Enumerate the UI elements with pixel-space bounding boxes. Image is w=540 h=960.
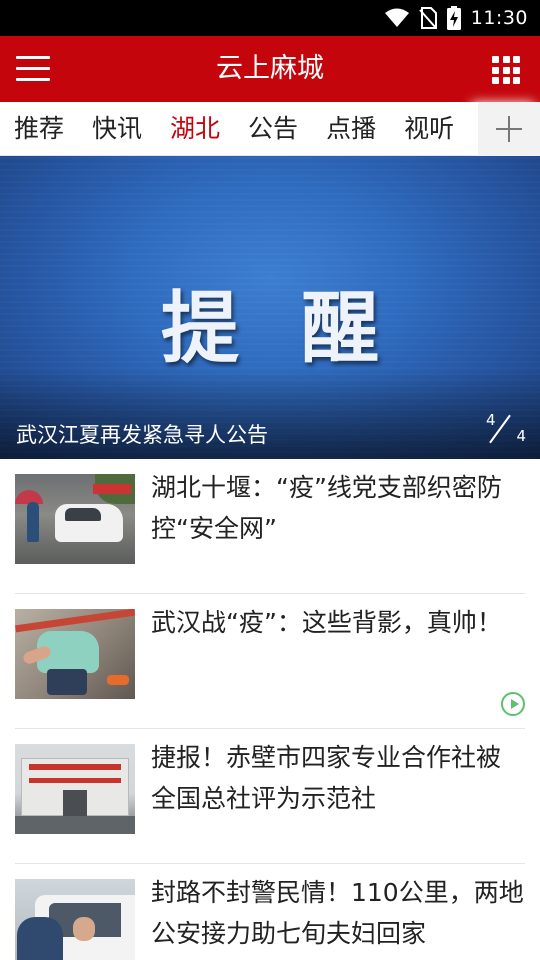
news-thumbnail	[15, 879, 135, 960]
tab-list: 推荐 快讯 湖北 公告 点播 视听	[0, 102, 480, 156]
grid-apps-icon[interactable]	[492, 56, 520, 84]
news-title: 武汉战“疫”：这些背影，真帅！	[151, 608, 502, 637]
news-thumbnail	[15, 474, 135, 564]
app-bar: 云上麻城	[0, 36, 540, 102]
status-time: 11:30	[470, 7, 528, 29]
news-item[interactable]: 封路不封警民情！110公里，两地公安接力助七旬夫妇回家	[15, 864, 525, 960]
menu-icon[interactable]	[16, 56, 50, 82]
plus-icon[interactable]	[478, 102, 540, 156]
headline-banner[interactable]: 提醒 武汉江夏再发紧急寻人公告 4 4	[0, 156, 540, 459]
news-thumbnail	[15, 744, 135, 834]
news-list: 湖北十堰：“疫”线党支部织密防控“安全网” 武汉战“疫”：这些背影，真帅！ 捷报…	[0, 459, 540, 960]
tab-recommend[interactable]: 推荐	[0, 102, 78, 156]
banner-current-index: 4	[486, 411, 496, 429]
banner-total-count: 4	[516, 427, 526, 445]
tab-on-demand[interactable]: 点播	[312, 102, 390, 156]
battery-charging-icon	[446, 6, 461, 30]
news-title: 捷报！赤壁市四家专业合作社被全国总社评为示范社	[151, 743, 502, 813]
news-item[interactable]: 湖北十堰：“疫”线党支部织密防控“安全网”	[15, 459, 525, 594]
news-item[interactable]: 武汉战“疫”：这些背影，真帅！	[15, 594, 525, 729]
channel-tabs: 推荐 快讯 湖北 公告 点播 视听	[0, 102, 540, 156]
news-title: 封路不封警民情！110公里，两地公安接力助七旬夫妇回家	[151, 878, 524, 948]
banner-image-text: 提醒	[160, 284, 441, 374]
banner-page-indicator: 4 4	[486, 411, 526, 445]
tab-hubei[interactable]: 湖北	[156, 102, 234, 156]
wifi-icon	[384, 8, 409, 27]
news-item[interactable]: 捷报！赤壁市四家专业合作社被全国总社评为示范社	[15, 729, 525, 864]
tab-audiovisual[interactable]: 视听	[390, 102, 468, 156]
tab-announcement[interactable]: 公告	[234, 102, 312, 156]
app-title: 云上麻城	[216, 53, 324, 84]
news-thumbnail	[15, 609, 135, 699]
video-play-icon	[501, 692, 525, 716]
news-title: 湖北十堰：“疫”线党支部织密防控“安全网”	[151, 473, 502, 543]
status-icons: 11:30	[384, 0, 528, 36]
no-sim-icon	[418, 7, 437, 29]
tab-news-flash[interactable]: 快讯	[78, 102, 156, 156]
banner-caption: 武汉江夏再发紧急寻人公告	[16, 423, 268, 447]
status-bar: 11:30	[0, 0, 540, 36]
